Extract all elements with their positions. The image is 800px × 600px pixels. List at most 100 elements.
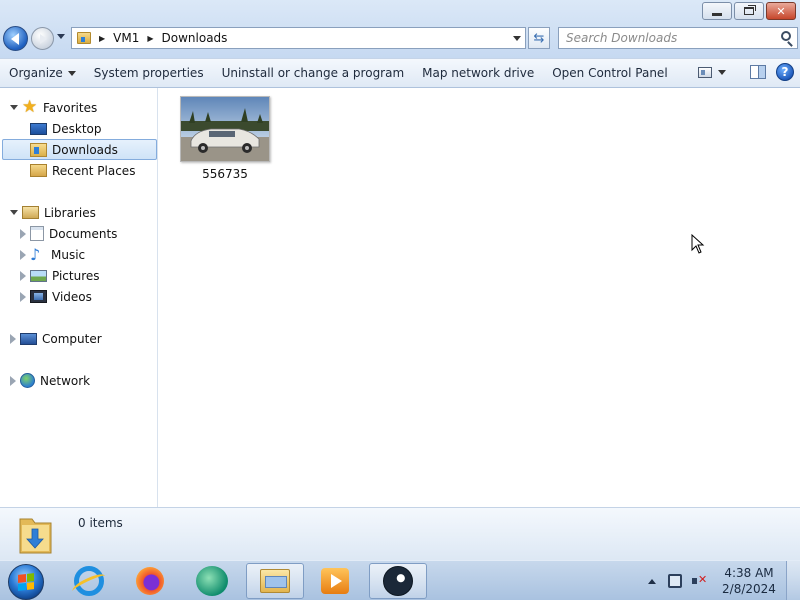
nav-computer[interactable]: Computer	[10, 328, 102, 349]
nav-pictures-label: Pictures	[52, 268, 100, 283]
navigation-pane: ★ Favorites Desktop Downloads Recent Pla…	[0, 88, 158, 507]
search-input[interactable]	[559, 28, 769, 48]
minimize-icon	[712, 12, 722, 16]
clock-time: 4:38 AM	[724, 566, 774, 580]
recent-pages-dropdown[interactable]	[57, 34, 65, 39]
forward-button[interactable]	[31, 27, 54, 50]
nav-videos-label: Videos	[52, 289, 92, 304]
desktop-icon	[30, 122, 47, 135]
refresh-button[interactable]: ⇆	[528, 27, 550, 49]
firefox-icon	[136, 567, 164, 595]
recent-places-icon	[30, 164, 47, 177]
file-name[interactable]: 556735	[202, 167, 248, 181]
nav-network[interactable]: Network	[10, 370, 90, 391]
internet-explorer-icon	[74, 566, 104, 596]
nav-documents[interactable]: Documents	[20, 223, 118, 244]
forward-arrow-icon	[40, 33, 47, 44]
close-icon: ✕	[776, 4, 786, 18]
breadcrumb-vm1[interactable]: VM1	[113, 31, 139, 45]
nav-pictures[interactable]: Pictures	[20, 265, 100, 286]
collapsed-arrow-icon[interactable]	[20, 249, 26, 260]
view-controls: ?	[698, 63, 794, 81]
downloads-folder-icon	[19, 518, 52, 554]
window-controls: ✕	[702, 2, 796, 20]
organize-label: Organize	[9, 66, 63, 80]
clock[interactable]: 4:38 AM 2/8/2024	[718, 565, 780, 597]
chevron-down-icon	[67, 71, 76, 76]
start-button[interactable]	[8, 564, 44, 600]
volume-muted-icon[interactable]	[692, 573, 707, 588]
taskbar-swift-app[interactable]	[183, 563, 241, 599]
breadcrumb-separator-icon[interactable]: ▶	[147, 34, 153, 43]
map-network-drive-button[interactable]: Map network drive	[413, 66, 543, 80]
network-globe-icon	[20, 373, 35, 388]
back-button[interactable]	[3, 26, 28, 51]
music-note-icon: ♪	[30, 245, 41, 264]
computer-icon	[20, 332, 37, 345]
nav-favorites-label: Favorites	[43, 100, 98, 115]
minimize-button[interactable]	[702, 2, 732, 20]
nav-videos[interactable]: Videos	[20, 286, 92, 307]
view-options-dropdown-icon[interactable]	[718, 69, 726, 75]
collapsed-arrow-icon[interactable]	[20, 270, 26, 281]
nav-libraries[interactable]: Libraries	[10, 202, 96, 223]
close-button[interactable]: ✕	[766, 2, 796, 20]
address-dropdown-icon[interactable]	[513, 36, 521, 41]
organize-button[interactable]: Organize	[0, 66, 85, 80]
open-control-panel-button[interactable]: Open Control Panel	[543, 66, 676, 80]
mouse-cursor-icon	[691, 234, 705, 254]
taskbar-firefox[interactable]	[121, 563, 179, 599]
taskbar-media-player[interactable]	[306, 563, 364, 599]
taskbar: 4:38 AM 2/8/2024	[0, 560, 800, 600]
system-properties-button[interactable]: System properties	[85, 66, 213, 80]
show-desktop-button[interactable]	[786, 561, 800, 600]
collapsed-arrow-icon[interactable]	[20, 228, 26, 239]
file-list-area[interactable]: 556735	[159, 88, 800, 507]
nav-desktop-label: Desktop	[52, 121, 102, 136]
nav-documents-label: Documents	[49, 226, 118, 241]
nav-favorites[interactable]: ★ Favorites	[10, 97, 97, 118]
collapsed-arrow-icon[interactable]	[10, 333, 16, 344]
breadcrumb-separator-icon[interactable]: ▶	[99, 34, 105, 43]
nav-libraries-label: Libraries	[44, 205, 96, 220]
uninstall-program-button[interactable]: Uninstall or change a program	[213, 66, 414, 80]
preview-pane-icon[interactable]	[750, 65, 766, 79]
downloads-folder-icon	[77, 32, 91, 44]
show-hidden-icons-icon[interactable]	[648, 578, 656, 584]
network-status-icon[interactable]	[668, 574, 682, 588]
star-icon: ★	[22, 97, 38, 117]
libraries-icon	[22, 206, 39, 219]
collapsed-arrow-icon[interactable]	[20, 291, 26, 302]
collapsed-arrow-icon[interactable]	[10, 375, 16, 386]
swift-app-icon	[196, 566, 228, 596]
videos-icon	[30, 290, 47, 303]
taskbar-internet-explorer[interactable]	[60, 563, 118, 599]
documents-icon	[30, 226, 44, 241]
search-box[interactable]	[558, 27, 798, 49]
taskbar-windows-explorer[interactable]	[246, 563, 304, 599]
nav-recent-places-label: Recent Places	[52, 163, 136, 178]
change-view-icon[interactable]	[698, 66, 712, 78]
nav-downloads[interactable]: Downloads	[2, 139, 157, 160]
nav-desktop[interactable]: Desktop	[30, 118, 102, 139]
address-bar[interactable]: ▶ VM1 ▶ Downloads	[71, 27, 526, 49]
search-icon[interactable]	[781, 31, 791, 41]
file-item[interactable]: 556735	[177, 96, 273, 188]
window-title-bar: ✕ ▶ VM1 ▶ Downloads ⇆	[0, 0, 800, 58]
expand-arrow-icon[interactable]	[10, 210, 18, 215]
back-arrow-icon	[10, 32, 19, 45]
breadcrumb-downloads[interactable]: Downloads	[162, 31, 228, 45]
command-bar: Organize System properties Uninstall or …	[0, 58, 800, 88]
taskbar-steam[interactable]	[369, 563, 427, 599]
system-tray: 4:38 AM 2/8/2024	[648, 561, 800, 600]
car-photo-image	[181, 97, 269, 161]
expand-arrow-icon[interactable]	[10, 105, 18, 110]
help-icon[interactable]: ?	[776, 63, 794, 81]
clock-date: 2/8/2024	[722, 582, 776, 596]
maximize-button[interactable]	[734, 2, 764, 20]
item-count: 0 items	[78, 516, 123, 530]
car-photo-thumbnail[interactable]	[180, 96, 270, 162]
nav-recent-places[interactable]: Recent Places	[30, 160, 135, 181]
nav-music[interactable]: ♪ Music	[20, 244, 85, 265]
steam-icon	[383, 566, 413, 596]
